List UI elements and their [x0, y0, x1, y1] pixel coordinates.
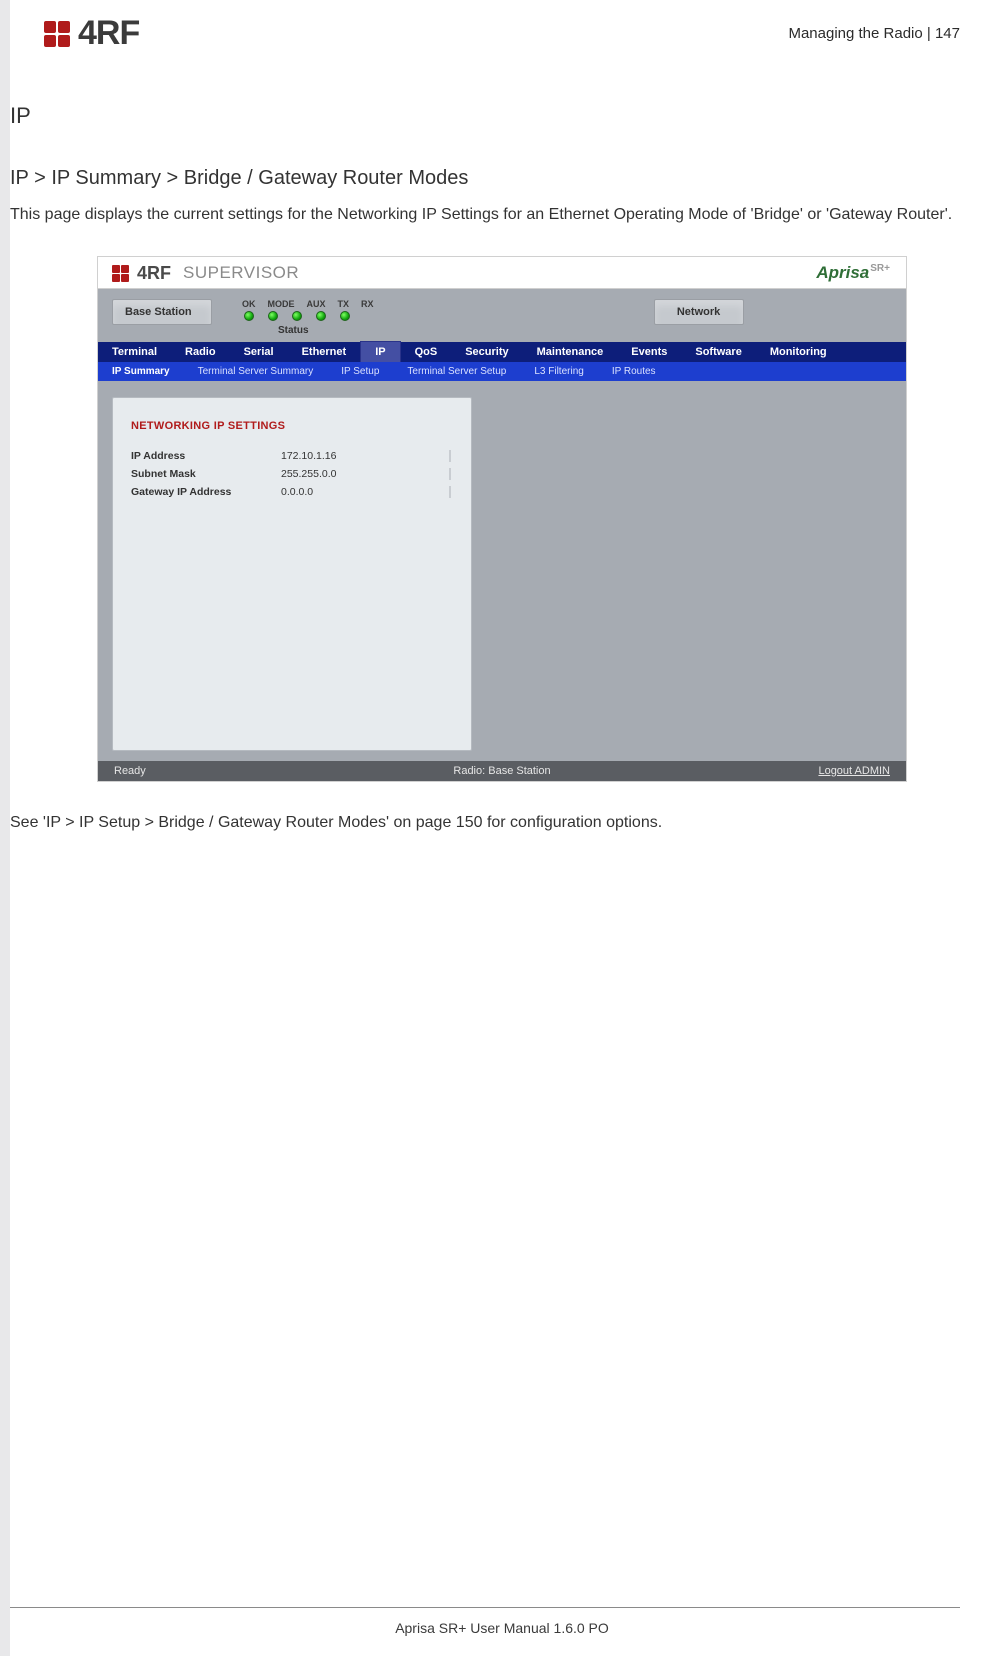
- supervisor-brand-text: 4RF: [137, 263, 171, 284]
- tab-software[interactable]: Software: [681, 342, 755, 362]
- panel-title: NETWORKING IP SETTINGS: [131, 420, 453, 432]
- logo-dots-icon: [44, 21, 70, 47]
- led-mode-icon: [268, 311, 278, 321]
- subtab-ip-summary[interactable]: IP Summary: [98, 362, 184, 381]
- led-row: [242, 311, 350, 321]
- supervisor-logo-icon: [112, 265, 129, 282]
- header-separator: |: [923, 25, 935, 42]
- heading-ip: IP: [10, 103, 994, 129]
- kv-key: Gateway IP Address: [131, 486, 281, 498]
- status-caption: Status: [242, 325, 309, 336]
- supervisor-title-word: SUPERVISOR: [183, 263, 299, 283]
- footer-status-left: Ready: [114, 765, 146, 777]
- page-footer-rule: [10, 1607, 960, 1608]
- network-box[interactable]: Network: [654, 299, 744, 325]
- logout-link[interactable]: Logout ADMIN: [818, 765, 890, 777]
- led-labels: OK MODE AUX TX RX: [242, 299, 374, 309]
- tab-security[interactable]: Security: [451, 342, 522, 362]
- networking-ip-settings-panel: NETWORKING IP SETTINGS IP Address 172.10…: [112, 397, 472, 751]
- kv-row-subnet-mask: Subnet Mask 255.255.0.0: [131, 468, 453, 480]
- tabs-primary: Terminal Radio Serial Ethernet IP QoS Se…: [98, 342, 906, 362]
- subtab-ip-routes[interactable]: IP Routes: [598, 362, 670, 381]
- kv-row-gateway-ip: Gateway IP Address 0.0.0.0: [131, 486, 453, 498]
- status-area: Base Station OK MODE AUX TX RX Status: [98, 289, 906, 342]
- aprisa-brand-suffix: SR+: [870, 263, 890, 274]
- supervisor-brand: 4RF SUPERVISOR: [112, 263, 299, 284]
- led-label-ok: OK: [242, 299, 256, 309]
- page-content: IP IP > IP Summary > Bridge / Gateway Ro…: [0, 63, 1004, 832]
- subtab-l3-filtering[interactable]: L3 Filtering: [520, 362, 597, 381]
- subtab-terminal-server-summary[interactable]: Terminal Server Summary: [184, 362, 328, 381]
- tab-radio[interactable]: Radio: [171, 342, 230, 362]
- tab-monitoring[interactable]: Monitoring: [756, 342, 841, 362]
- aprisa-brand: AprisaSR+: [816, 263, 890, 283]
- kv-value: 0.0.0.0: [281, 486, 451, 498]
- supervisor-body: NETWORKING IP SETTINGS IP Address 172.10…: [98, 381, 906, 761]
- aprisa-brand-text: Aprisa: [816, 263, 869, 282]
- kv-row-ip-address: IP Address 172.10.1.16: [131, 450, 453, 462]
- kv-key: Subnet Mask: [131, 468, 281, 480]
- supervisor-titlebar: 4RF SUPERVISOR AprisaSR+: [98, 257, 906, 289]
- tab-maintenance[interactable]: Maintenance: [523, 342, 618, 362]
- led-aux-icon: [292, 311, 302, 321]
- kv-key: IP Address: [131, 450, 281, 462]
- subtab-terminal-server-setup[interactable]: Terminal Server Setup: [393, 362, 520, 381]
- tab-terminal[interactable]: Terminal: [98, 342, 171, 362]
- tabs-secondary: IP Summary Terminal Server Summary IP Se…: [98, 362, 906, 381]
- logo-text: 4RF: [78, 14, 139, 53]
- led-tx-icon: [316, 311, 326, 321]
- tab-ethernet[interactable]: Ethernet: [288, 342, 361, 362]
- see-also-paragraph: See 'IP > IP Setup > Bridge / Gateway Ro…: [10, 814, 994, 832]
- subtab-ip-setup[interactable]: IP Setup: [327, 362, 393, 381]
- intro-paragraph: This page displays the current settings …: [10, 204, 994, 226]
- led-ok-icon: [244, 311, 254, 321]
- supervisor-app: 4RF SUPERVISOR AprisaSR+ Base Station OK…: [97, 256, 907, 782]
- page-left-margin: [0, 0, 10, 1656]
- page-header: 4RF Managing the Radio | 147: [0, 0, 1004, 63]
- logo-4rf: 4RF: [44, 14, 139, 53]
- tab-qos[interactable]: QoS: [401, 342, 452, 362]
- heading-breadcrumb: IP > IP Summary > Bridge / Gateway Route…: [10, 167, 994, 190]
- led-rx-icon: [340, 311, 350, 321]
- tab-events[interactable]: Events: [617, 342, 681, 362]
- tab-ip[interactable]: IP: [360, 341, 400, 362]
- kv-value: 255.255.0.0: [281, 468, 451, 480]
- led-label-aux: AUX: [307, 299, 326, 309]
- status-leds: OK MODE AUX TX RX Status: [242, 299, 374, 336]
- supervisor-footer: Ready Radio: Base Station Logout ADMIN: [98, 761, 906, 781]
- led-label-rx: RX: [361, 299, 374, 309]
- network-label: Network: [677, 306, 720, 318]
- tab-serial[interactable]: Serial: [230, 342, 288, 362]
- header-page-number: 147: [935, 25, 960, 42]
- page-header-right: Managing the Radio | 147: [788, 25, 960, 42]
- led-label-mode: MODE: [268, 299, 295, 309]
- page-footer: Aprisa SR+ User Manual 1.6.0 PO: [0, 1620, 1004, 1636]
- base-station-box[interactable]: Base Station: [112, 299, 212, 325]
- kv-value: 172.10.1.16: [281, 450, 451, 462]
- base-station-label: Base Station: [125, 306, 192, 318]
- footer-status-center: Radio: Base Station: [453, 765, 550, 777]
- header-section: Managing the Radio: [788, 25, 922, 42]
- led-label-tx: TX: [338, 299, 350, 309]
